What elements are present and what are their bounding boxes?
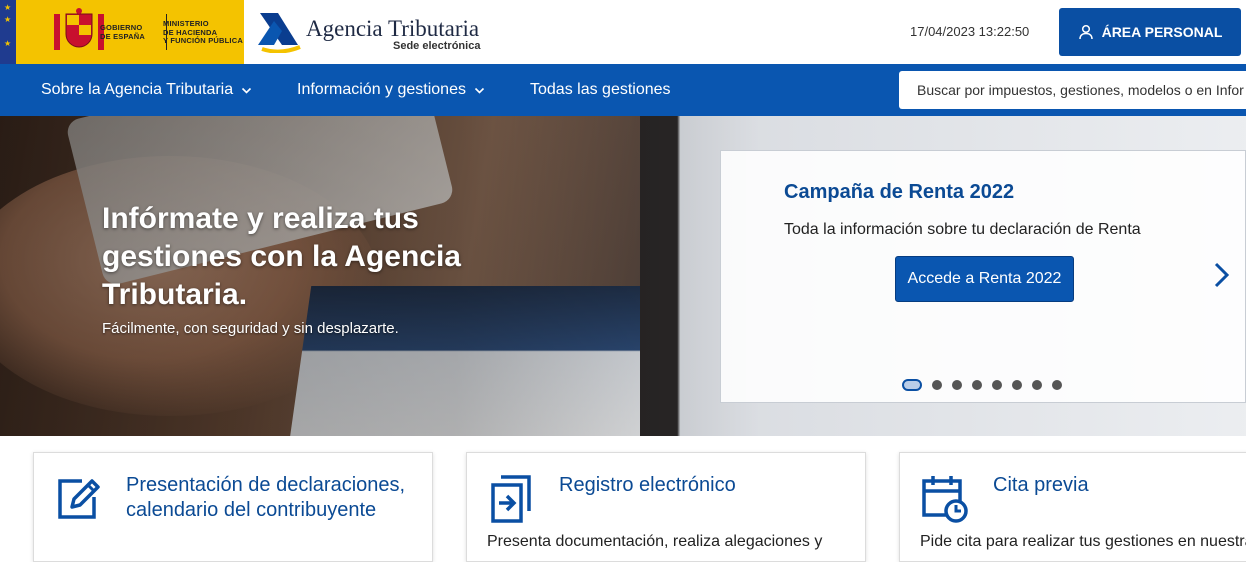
government-name: GOBIERNO DE ESPAÑA [100, 23, 146, 41]
top-header: ★ ★ ★ GOBIERNO DE ESPAÑA MINISTERIO DE HAC… [0, 0, 1246, 65]
chevron-down-icon [474, 87, 485, 94]
area-personal-button[interactable]: ÁREA PERSONAL [1059, 8, 1241, 56]
eu-flag-strip: ★ ★ ★ [0, 0, 16, 64]
area-personal-label: ÁREA PERSONAL [1101, 24, 1223, 40]
government-logo[interactable]: GOBIERNO DE ESPAÑA MINISTERIO DE HACIEND… [16, 0, 244, 64]
accede-renta-button[interactable]: Accede a Renta 2022 [895, 256, 1074, 302]
chevron-down-icon [242, 87, 252, 94]
carousel-card: Campaña de Renta 2022 Toda la informació… [720, 150, 1246, 403]
agencia-tributaria-logo-icon [258, 13, 301, 53]
agency-name[interactable]: Agencia Tributaria [306, 16, 479, 42]
tile-presentacion-declaraciones[interactable]: Presentación de declaraciones, calendari… [33, 452, 433, 562]
nav-item-label: Sobre la Agencia Tributaria [41, 81, 234, 98]
nav-item-informacion-gestiones[interactable]: Información y gestiones [297, 64, 485, 116]
nav-item-label: Todas las gestiones [530, 81, 671, 98]
carousel-dot[interactable] [1012, 380, 1022, 390]
ministry-name: MINISTERIO DE HACIENDA Y FUNCIÓN PÚBLICA [163, 19, 243, 45]
nav-item-label: Información y gestiones [297, 81, 466, 98]
tile-cita-previa[interactable]: Cita previa Pide cita para realizar tus … [899, 452, 1246, 562]
register-icon [491, 475, 531, 523]
agency-subtitle: Sede electrónica [393, 40, 481, 52]
tile-title: Registro electrónico [559, 474, 736, 496]
tile-description: Presenta documentación, realiza alegacio… [487, 533, 823, 550]
carousel-dot[interactable] [952, 380, 962, 390]
carousel-dot[interactable] [992, 380, 1002, 390]
search-box[interactable] [899, 71, 1246, 109]
user-icon [1078, 24, 1093, 40]
main-nav: Sobre la Agencia Tributaria Información … [0, 64, 1246, 116]
carousel-dot[interactable] [972, 380, 982, 390]
carousel-card-text: Toda la información sobre tu declaración… [784, 221, 1141, 238]
tile-registro-electronico[interactable]: Registro electrónico Presenta documentac… [466, 452, 866, 562]
carousel-card-title[interactable]: Campaña de Renta 2022 [784, 181, 1014, 204]
carousel-dot-active[interactable] [902, 379, 922, 391]
tile-title: Cita previa [993, 474, 1089, 496]
tile-title: Presentación de declaraciones, calendari… [126, 474, 406, 521]
carousel-dot[interactable] [1052, 380, 1062, 390]
search-input[interactable] [915, 81, 1246, 99]
nav-item-sobre-agencia[interactable]: Sobre la Agencia Tributaria [41, 64, 252, 116]
current-datetime: 17/04/2023 13:22:50 [910, 24, 1030, 39]
carousel-dot[interactable] [1032, 380, 1042, 390]
hero-subtitle: Fácilmente, con seguridad y sin desplaza… [102, 320, 399, 337]
edit-icon [58, 479, 100, 519]
carousel-indicators [902, 379, 1062, 391]
carousel-dot[interactable] [932, 380, 942, 390]
chevron-right-icon[interactable] [1211, 259, 1233, 291]
hero-title: Infórmate y realiza tus gestiones con la… [102, 202, 461, 311]
nav-item-todas-gestiones[interactable]: Todas las gestiones [530, 64, 671, 116]
tile-description: Pide cita para realizar tus gestiones en… [920, 533, 1246, 550]
calendar-clock-icon [922, 476, 968, 523]
